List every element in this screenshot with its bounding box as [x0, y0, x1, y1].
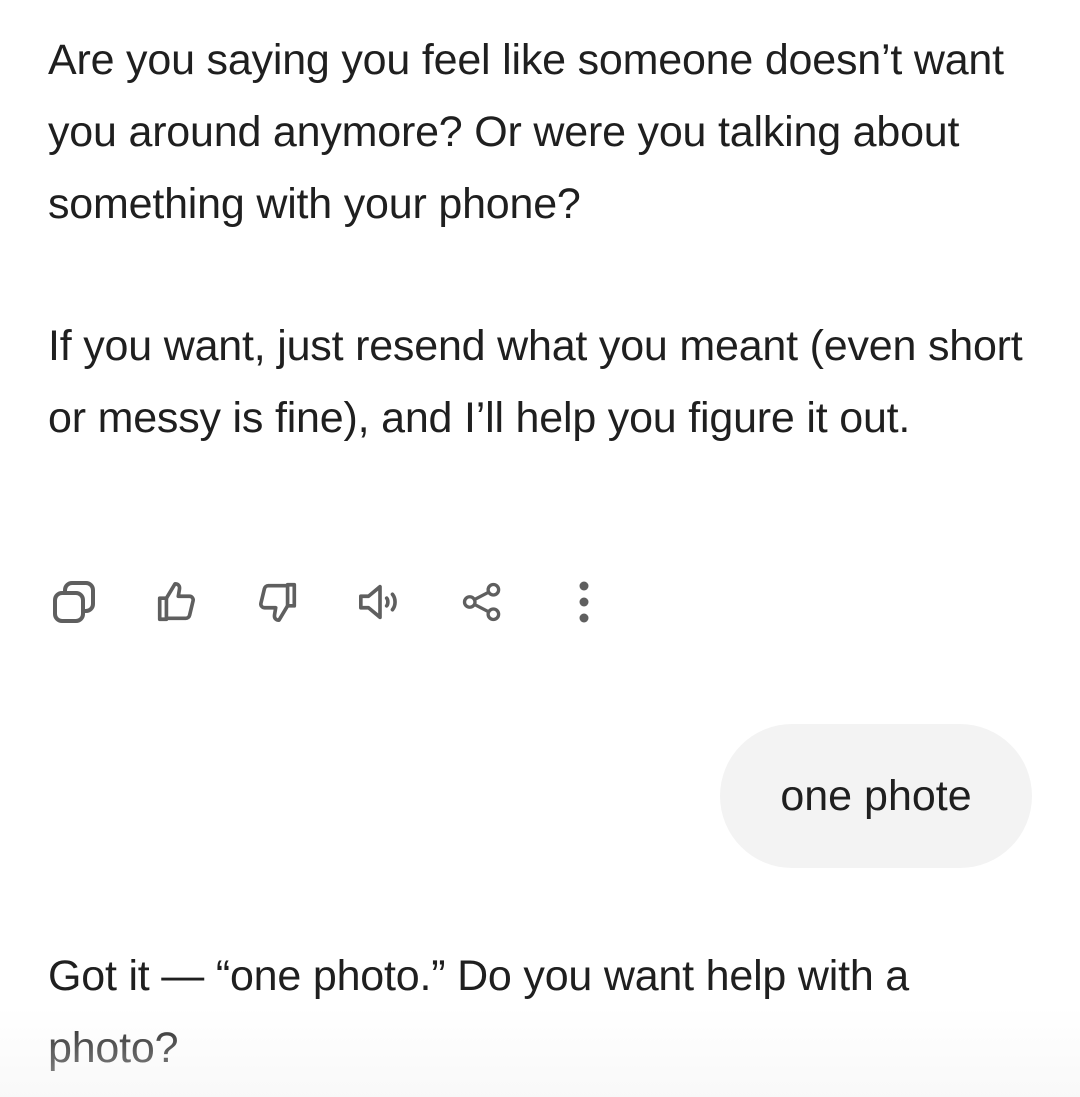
copy-button[interactable]	[44, 572, 104, 632]
assistant-message-paragraph: Are you saying you feel like someone doe…	[48, 36, 1004, 228]
thumbs-up-icon	[153, 579, 199, 625]
user-message-bubble: one phote	[720, 724, 1032, 868]
bad-response-button[interactable]	[248, 572, 308, 632]
good-response-button[interactable]	[146, 572, 206, 632]
assistant-message-paragraph: If you want, just resend what you meant …	[48, 322, 1023, 442]
share-icon	[461, 581, 503, 623]
read-aloud-button[interactable]	[350, 572, 410, 632]
copy-icon	[50, 578, 98, 626]
more-vertical-icon	[574, 580, 594, 624]
speaker-icon	[355, 579, 405, 625]
message-action-bar	[44, 572, 614, 632]
share-button[interactable]	[452, 572, 512, 632]
thumbs-down-icon	[255, 579, 301, 625]
user-message-text: one phote	[780, 771, 972, 820]
more-options-button[interactable]	[554, 572, 614, 632]
assistant-message-paragraph: Got it — “one photo.” Do you want help w…	[48, 952, 910, 1072]
